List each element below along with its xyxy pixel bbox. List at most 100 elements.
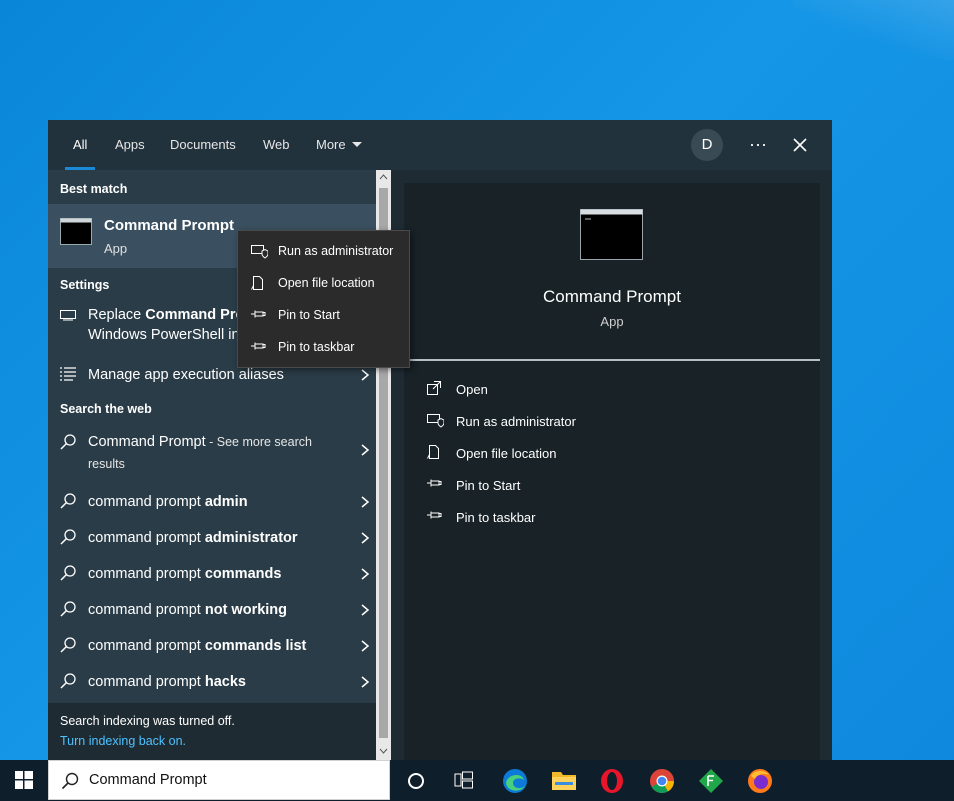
action-run-admin-label: Run as administrator [456, 414, 576, 429]
search-icon [60, 493, 76, 509]
web-result-label: command prompt not working [88, 602, 287, 618]
task-view-icon[interactable] [454, 771, 474, 789]
windows-start-icon[interactable] [15, 771, 33, 789]
scroll-down-icon[interactable] [379, 748, 388, 754]
search-icon [60, 434, 76, 450]
replace-bold: Command Pro [145, 307, 245, 323]
search-icon [61, 772, 79, 790]
search-icon [60, 529, 76, 545]
web-result-item[interactable]: command prompt administrator [48, 524, 376, 554]
preview-subtitle: App [600, 314, 624, 329]
action-open-file-location[interactable]: Open file location [426, 444, 626, 464]
action-pin-taskbar[interactable]: Pin to taskbar [426, 508, 626, 528]
green-app-icon[interactable] [698, 768, 724, 794]
file-location-icon [251, 276, 263, 290]
web-result-label: command prompt commands [88, 566, 281, 582]
settings-item-replace-line2: Windows PowerShell in [88, 327, 240, 343]
taskbar: Command Prompt [0, 760, 954, 801]
web-first-suffix: - See more search [205, 435, 312, 449]
search-icon [60, 673, 76, 689]
ctx-pin-taskbar-label: Pin to taskbar [278, 340, 355, 354]
web-result-see-more[interactable]: Command Prompt - See more search results [48, 428, 376, 480]
web-result-prefix: command prompt [88, 674, 205, 690]
search-input[interactable]: Command Prompt [89, 772, 207, 788]
tab-more-label: More [316, 137, 346, 152]
best-match-title: Command Prompt [104, 217, 235, 234]
ctx-pin-start[interactable]: Pin to Start [250, 307, 400, 327]
ctx-open-file-location-label: Open file location [278, 276, 375, 290]
list-icon [60, 367, 76, 381]
chevron-right-icon [361, 568, 370, 580]
web-result-label: command prompt administrator [88, 530, 298, 546]
web-result-bold: administrator [204, 530, 298, 546]
ctx-open-file-location[interactable]: Open file location [250, 275, 400, 295]
cortana-icon[interactable] [407, 772, 425, 790]
indexing-notice: Search indexing was turned off. Turn ind… [48, 703, 376, 760]
pin-icon [427, 511, 442, 519]
taskbar-search-box[interactable]: Command Prompt [48, 760, 390, 800]
settings-header: Settings [60, 278, 110, 292]
open-icon [427, 381, 441, 395]
web-result-item[interactable]: command prompt not working [48, 596, 376, 626]
best-match-subtitle: App [104, 241, 128, 256]
chevron-right-icon [361, 369, 370, 381]
desktop-wallpaper [794, 0, 954, 60]
web-first-main: Command Prompt [88, 434, 206, 450]
chevron-right-icon [361, 496, 370, 508]
web-result-prefix: command prompt [88, 602, 205, 618]
indexing-message: Search indexing was turned off. [60, 714, 235, 728]
action-pin-start[interactable]: Pin to Start [426, 476, 626, 496]
tab-web[interactable]: Web [263, 120, 290, 170]
web-result-bold: admin [204, 494, 248, 510]
aliases-label: Manage app execution aliases [88, 367, 284, 383]
settings-item-replace-line1: Replace Command Pro [88, 307, 244, 323]
tab-more[interactable]: More [316, 120, 362, 170]
opera-icon[interactable] [600, 768, 624, 794]
turn-indexing-on-link[interactable]: Turn indexing back on. [60, 734, 186, 748]
web-result-item[interactable]: command prompt commands [48, 560, 376, 590]
firefox-icon[interactable] [747, 768, 773, 794]
web-result-item[interactable]: command prompt hacks [48, 668, 376, 698]
chevron-right-icon [361, 444, 370, 456]
tab-all[interactable]: All [64, 120, 97, 170]
web-result-label: command prompt commands list [88, 638, 306, 654]
web-result-prefix: command prompt [88, 638, 205, 654]
search-icon [60, 637, 76, 653]
file-explorer-icon[interactable] [551, 769, 577, 791]
search-icon [60, 601, 76, 617]
shield-icon [251, 245, 268, 259]
edge-icon[interactable] [502, 768, 528, 794]
web-result-label: command prompt admin [88, 494, 248, 510]
web-result-prefix: command prompt [88, 494, 205, 510]
chevron-right-icon [361, 640, 370, 652]
chevron-right-icon [361, 604, 370, 616]
web-result-see-more-line2: results [88, 457, 125, 471]
preview-pane: Command Prompt App Open Run as administr… [404, 183, 820, 760]
command-prompt-icon [60, 218, 92, 245]
tab-documents[interactable]: Documents [170, 120, 236, 170]
chrome-icon[interactable] [649, 768, 675, 794]
web-result-item[interactable]: command prompt admin [48, 488, 376, 518]
pin-icon [251, 310, 266, 318]
context-menu: Run as administrator Open file location … [237, 230, 410, 368]
more-options-button[interactable]: ··· [748, 130, 768, 160]
command-prompt-large-icon [580, 209, 643, 260]
action-run-admin[interactable]: Run as administrator [426, 412, 626, 432]
tab-apps[interactable]: Apps [115, 120, 145, 170]
chevron-right-icon [361, 676, 370, 688]
action-open[interactable]: Open [426, 380, 626, 400]
close-button[interactable] [788, 133, 812, 157]
ctx-pin-taskbar[interactable]: Pin to taskbar [250, 339, 400, 359]
web-result-item[interactable]: command prompt commands list [48, 632, 376, 662]
web-result-bold: hacks [204, 674, 246, 690]
best-match-header: Best match [60, 182, 128, 196]
preview-title: Command Prompt [543, 287, 681, 306]
ctx-run-admin[interactable]: Run as administrator [250, 243, 400, 263]
chevron-right-icon [361, 532, 370, 544]
ctx-run-admin-label: Run as administrator [278, 244, 394, 258]
pin-icon [427, 479, 442, 487]
scroll-up-icon[interactable] [379, 174, 388, 180]
search-tabs-bar: All Apps Documents Web More D ··· [48, 120, 832, 170]
replace-prefix: Replace [88, 307, 146, 323]
user-avatar[interactable]: D [691, 129, 723, 161]
